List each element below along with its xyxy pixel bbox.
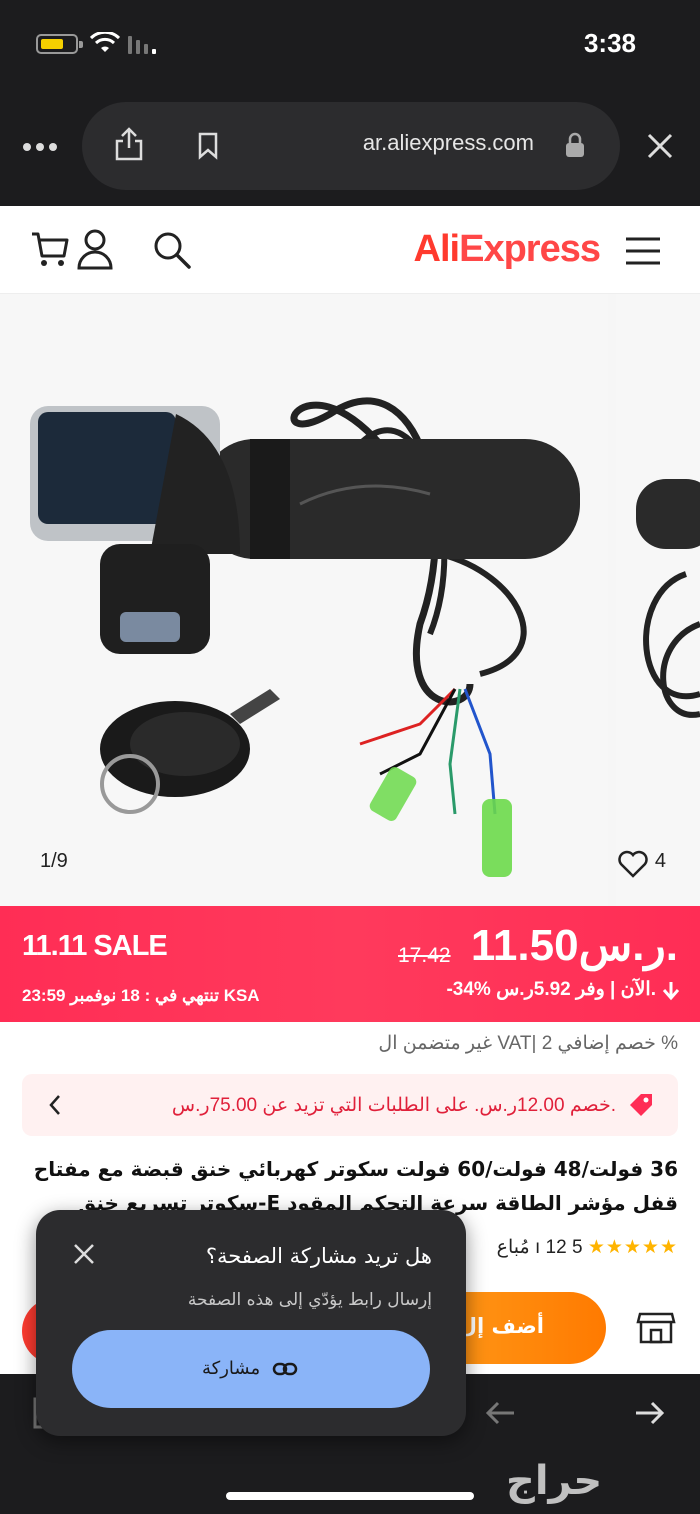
cart-icon[interactable] xyxy=(30,230,70,270)
rating-separator: ı xyxy=(534,1237,541,1258)
battery-icon xyxy=(36,34,83,54)
chevron-left-icon xyxy=(49,1095,60,1115)
next-product-image[interactable] xyxy=(616,294,700,906)
sale-ends-label: تنتهي في : 18 نوفمبر 23:59 KSA xyxy=(22,986,260,1005)
rating-stars: ★★★★★ xyxy=(587,1237,678,1258)
clock: 3:38 xyxy=(583,28,636,58)
aliexpress-logo[interactable]: AliExpress xyxy=(413,228,601,271)
coupon-banner[interactable]: خصم 12.00ر.س. على الطلبات التي تزيد عن 7… xyxy=(22,1074,678,1136)
throttle-grip-image xyxy=(30,397,580,877)
share-sheet-title: هل تريد مشاركة الصفحة؟ xyxy=(205,1244,432,1268)
more-options-icon[interactable] xyxy=(22,142,58,152)
heart-icon[interactable] xyxy=(618,850,648,878)
share-button[interactable]: مشاركة xyxy=(72,1330,430,1408)
coupon-text: خصم 12.00ر.س. على الطلبات التي تزيد عن 7… xyxy=(171,1095,616,1116)
watermark-logo: حراج xyxy=(506,1458,603,1504)
next-image-preview xyxy=(636,479,700,718)
cellular-signal-icon xyxy=(128,36,156,54)
lock-icon xyxy=(566,132,584,157)
menu-icon[interactable] xyxy=(624,236,662,266)
add-to-cart-label: أضف إل xyxy=(458,1314,544,1338)
address-bar[interactable]: ar.aliexpress.com xyxy=(82,102,620,190)
site-header: AliExpress xyxy=(0,206,700,294)
discount-line: -34% الآن | وفر 5.92ر.س. xyxy=(446,979,656,1000)
logo-part-ali: Ali xyxy=(413,228,461,270)
share-page-sheet: هل تريد مشاركة الصفحة؟ إرسال رابط يؤدّي … xyxy=(36,1210,466,1436)
share-button-label: مشاركة xyxy=(202,1358,261,1379)
forward-arrow-icon[interactable] xyxy=(634,1400,666,1426)
sold-count: 12 مُباع xyxy=(496,1237,567,1258)
logo-part-express: Express xyxy=(459,228,601,270)
product-image[interactable] xyxy=(0,294,608,906)
price-banner: 11.50ر.س. 17.42 -34% الآن | وفر 5.92ر.س.… xyxy=(0,906,700,1022)
link-icon xyxy=(272,1362,298,1376)
rating-row[interactable]: ★★★★★ 5 ı 12 مُباع xyxy=(497,1236,678,1259)
original-price: 17.42 xyxy=(398,944,451,967)
close-tab-icon[interactable] xyxy=(646,132,674,160)
share-icon[interactable] xyxy=(114,126,144,162)
sale-label: 11.11 SALE xyxy=(22,930,168,962)
home-indicator[interactable] xyxy=(226,1492,474,1500)
account-icon[interactable] xyxy=(76,228,114,270)
product-gallery[interactable]: 1/9 4 xyxy=(0,294,700,906)
wifi-icon xyxy=(90,32,120,52)
browser-toolbar: ar.aliexpress.com xyxy=(0,92,700,206)
tag-icon xyxy=(630,1094,652,1116)
rating-value: 5 xyxy=(571,1237,583,1258)
image-counter: 1/9 xyxy=(40,850,68,872)
current-price: 11.50ر.س. xyxy=(470,921,678,970)
status-bar: 3:38 xyxy=(0,0,700,92)
share-sheet-subtitle: إرسال رابط يؤدّي إلى هذه الصفحة xyxy=(187,1290,432,1310)
back-arrow-icon[interactable] xyxy=(484,1400,516,1426)
store-icon[interactable] xyxy=(636,1306,676,1346)
url-text: ar.aliexpress.com xyxy=(362,130,534,155)
bookmark-icon[interactable] xyxy=(196,132,220,160)
vat-note: غير متضمن ال VAT| خصم إضافي 2 % xyxy=(378,1033,678,1054)
wishlist-count: 4 xyxy=(654,850,666,872)
down-arrow-icon xyxy=(662,982,680,1001)
close-icon[interactable] xyxy=(72,1242,96,1266)
search-icon[interactable] xyxy=(152,230,192,270)
